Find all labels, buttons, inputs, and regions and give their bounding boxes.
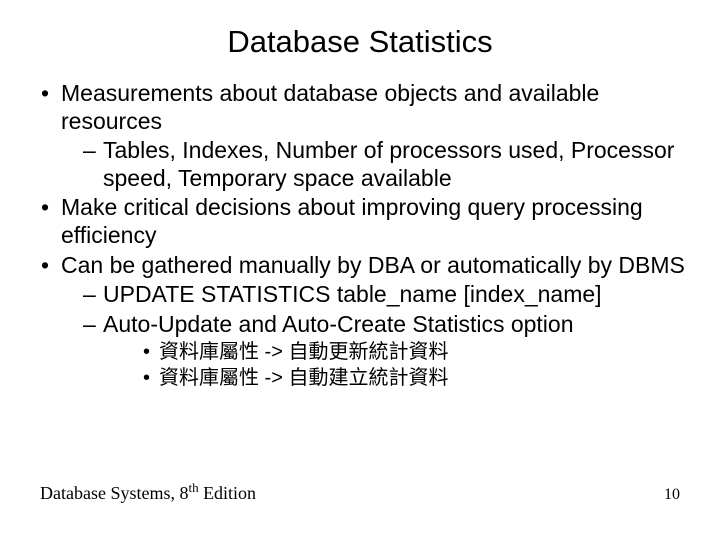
bullet-2-text: Make critical decisions about improving … xyxy=(61,194,643,248)
bullet-3-text: Can be gathered manually by DBA or autom… xyxy=(61,252,685,278)
footer-book-sup: th xyxy=(188,480,198,495)
bullet-1: Measurements about database objects and … xyxy=(35,80,685,192)
footer-book: Database Systems, 8th Edition xyxy=(40,483,256,504)
bullet-3-sub-2-b-text: 資料庫屬性 -> 自動建立統計資料 xyxy=(159,367,448,389)
slide-body: Measurements about database objects and … xyxy=(35,80,685,390)
bullet-3-sub-2-a: 資料庫屬性 -> 自動更新統計資料 xyxy=(103,340,685,364)
slide-title: Database Statistics xyxy=(35,24,685,60)
bullet-3: Can be gathered manually by DBA or autom… xyxy=(35,252,685,391)
bullet-3-sub-2: Auto-Update and Auto-Create Statistics o… xyxy=(61,311,685,391)
bullet-1-sub-1: Tables, Indexes, Number of processors us… xyxy=(61,137,685,192)
bullet-3-sub-2-text: Auto-Update and Auto-Create Statistics o… xyxy=(103,311,574,337)
footer-book-after: Edition xyxy=(199,483,257,503)
bullet-3-sub-1-text: UPDATE STATISTICS table_name [index_name… xyxy=(103,281,602,307)
bullet-1-text: Measurements about database objects and … xyxy=(61,80,599,134)
bullet-3-sub-2-b: 資料庫屬性 -> 自動建立統計資料 xyxy=(103,366,685,390)
bullet-1-sub-1-text: Tables, Indexes, Number of processors us… xyxy=(103,137,674,191)
bullet-3-sub-1: UPDATE STATISTICS table_name [index_name… xyxy=(61,281,685,309)
footer-book-before: Database Systems, 8 xyxy=(40,483,188,503)
bullet-3-sub-2-a-text: 資料庫屬性 -> 自動更新統計資料 xyxy=(159,341,448,363)
bullet-2: Make critical decisions about improving … xyxy=(35,194,685,249)
page-number: 10 xyxy=(664,486,680,504)
